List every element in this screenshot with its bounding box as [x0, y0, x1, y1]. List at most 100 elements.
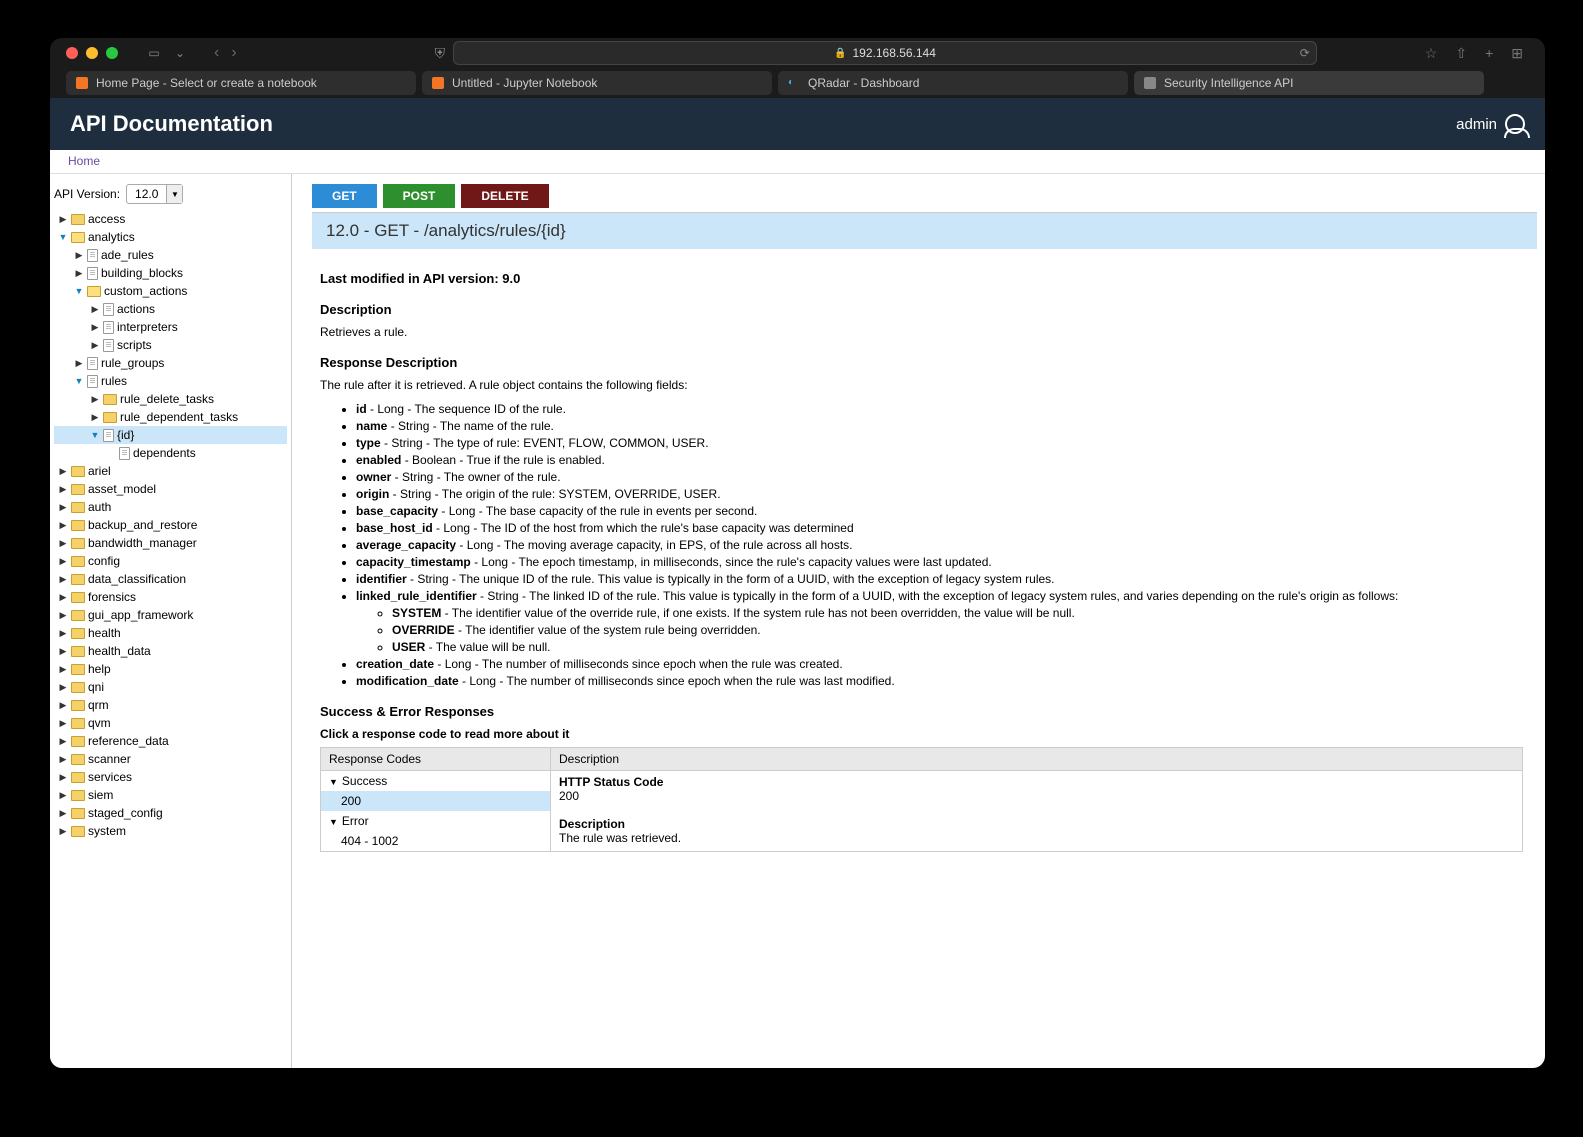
chevron-right-icon[interactable]: ▶ — [58, 502, 68, 513]
chevron-right-icon[interactable]: ▶ — [58, 664, 68, 675]
chevron-down-icon[interactable]: ▼ — [58, 232, 68, 242]
tree-item-services[interactable]: ▶ services — [54, 768, 287, 786]
tree-item-analytics[interactable]: ▼analytics — [54, 228, 287, 246]
url-bar[interactable]: 🔒 192.168.56.144 ⟳ — [453, 41, 1317, 65]
version-select[interactable]: 12.0 ▼ — [126, 184, 183, 204]
shield-icon[interactable]: ⛨ — [435, 45, 446, 62]
chevron-right-icon[interactable]: ▶ — [90, 394, 100, 405]
chevron-right-icon[interactable]: ▶ — [58, 790, 68, 801]
tree-item-backup_and_restore[interactable]: ▶backup_and_restore — [54, 516, 287, 534]
tree-item-scanner[interactable]: ▶scanner — [54, 750, 287, 768]
chevron-down-icon[interactable]: ▼ — [74, 376, 84, 386]
tree-item-asset_model[interactable]: ▶asset_model — [54, 480, 287, 498]
tree-item-forensics[interactable]: ▶forensics — [54, 588, 287, 606]
chevron-down-icon[interactable]: ▼ — [74, 286, 84, 296]
tree-item-custom_actions[interactable]: ▼custom_actions — [54, 282, 287, 300]
chevron-right-icon[interactable]: ▶ — [58, 520, 68, 531]
tree-item-help[interactable]: ▶help — [54, 660, 287, 678]
bookmark-icon[interactable]: ☆ — [1425, 45, 1438, 62]
browser-tab[interactable]: Home Page - Select or create a notebook — [66, 71, 416, 95]
chevron-right-icon[interactable]: ▶ — [58, 574, 68, 585]
minimize-window-icon[interactable] — [86, 47, 98, 59]
tree-item-gui_app_framework[interactable]: ▶gui_app_framework — [54, 606, 287, 624]
tree-item-config[interactable]: ▶config — [54, 552, 287, 570]
tabs-overview-icon[interactable]: ⊞ — [1511, 45, 1523, 62]
breadcrumb-home[interactable]: Home — [68, 154, 100, 168]
chevron-right-icon[interactable]: ▶ — [74, 250, 84, 261]
chevron-right-icon[interactable]: ▶ — [58, 214, 68, 225]
tree-item-building_blocks[interactable]: ▶building_blocks — [54, 264, 287, 282]
new-tab-icon[interactable]: + — [1485, 45, 1493, 62]
post-button[interactable]: POST — [383, 184, 456, 208]
response-code-200[interactable]: 200 — [321, 791, 550, 811]
doc-scroll[interactable]: 12.0 - GET - /analytics/rules/{id} Last … — [312, 212, 1537, 1060]
chevron-right-icon[interactable]: ▶ — [74, 358, 84, 369]
response-code-404[interactable]: 404 - 1002 — [321, 831, 550, 851]
chevron-right-icon[interactable]: ▶ — [90, 412, 100, 423]
tree-item-qrm[interactable]: ▶qrm — [54, 696, 287, 714]
back-button[interactable]: ‹ — [214, 44, 219, 62]
chevron-right-icon[interactable]: ▶ — [58, 754, 68, 765]
delete-button[interactable]: DELETE — [461, 184, 548, 208]
tree-item-health[interactable]: ▶health — [54, 624, 287, 642]
tree-item-ariel[interactable]: ▶ariel — [54, 462, 287, 480]
chevron-right-icon[interactable]: ▶ — [58, 736, 68, 747]
chevron-down-icon[interactable]: ▼ — [166, 185, 182, 203]
chevron-right-icon[interactable]: ▶ — [58, 592, 68, 603]
tree-item-scripts[interactable]: ▶scripts — [54, 336, 287, 354]
tree-item-staged_config[interactable]: ▶staged_config — [54, 804, 287, 822]
chevron-right-icon[interactable]: ▶ — [58, 628, 68, 639]
chevron-down-icon[interactable]: ▼ — [90, 430, 100, 440]
chevron-right-icon[interactable]: ▶ — [58, 772, 68, 783]
tree-item-qni[interactable]: ▶qni — [54, 678, 287, 696]
chevron-right-icon[interactable]: ▶ — [58, 646, 68, 657]
tree-item-ade_rules[interactable]: ▶ade_rules — [54, 246, 287, 264]
chevron-right-icon[interactable]: ▶ — [58, 808, 68, 819]
tree-item-rule_dependent_tasks[interactable]: ▶rule_dependent_tasks — [54, 408, 287, 426]
tree-item-data_classification[interactable]: ▶data_classification — [54, 570, 287, 588]
tree-item-qvm[interactable]: ▶qvm — [54, 714, 287, 732]
tree-item-bandwidth_manager[interactable]: ▶bandwidth_manager — [54, 534, 287, 552]
forward-button[interactable]: › — [231, 44, 236, 62]
chevron-right-icon[interactable]: ▶ — [58, 718, 68, 729]
chevron-right-icon[interactable]: ▶ — [90, 322, 100, 333]
tree-item-siem[interactable]: ▶siem — [54, 786, 287, 804]
success-group[interactable]: ▼Success — [321, 771, 550, 791]
tree-item-access[interactable]: ▶access — [54, 210, 287, 228]
reload-icon[interactable]: ⟳ — [1300, 46, 1310, 60]
tree-item-health_data[interactable]: ▶health_data — [54, 642, 287, 660]
tree-label: services — [88, 770, 132, 784]
browser-tab[interactable]: ◐QRadar - Dashboard — [778, 71, 1128, 95]
chevron-right-icon[interactable]: ▶ — [58, 610, 68, 621]
tree-item-system[interactable]: ▶system — [54, 822, 287, 840]
tree-item-rule_delete_tasks[interactable]: ▶rule_delete_tasks — [54, 390, 287, 408]
close-window-icon[interactable] — [66, 47, 78, 59]
tree-item-rule_groups[interactable]: ▶rule_groups — [54, 354, 287, 372]
maximize-window-icon[interactable] — [106, 47, 118, 59]
tree-item-rules[interactable]: ▼rules — [54, 372, 287, 390]
user-menu[interactable]: admin — [1456, 114, 1525, 134]
tree-item-reference_data[interactable]: ▶reference_data — [54, 732, 287, 750]
dropdown-icon[interactable]: ⌄ — [170, 44, 190, 62]
tree-item-interpreters[interactable]: ▶interpreters — [54, 318, 287, 336]
chevron-right-icon[interactable]: ▶ — [90, 304, 100, 315]
chevron-right-icon[interactable]: ▶ — [58, 826, 68, 837]
browser-tab[interactable]: Untitled - Jupyter Notebook — [422, 71, 772, 95]
chevron-right-icon[interactable]: ▶ — [58, 538, 68, 549]
chevron-right-icon[interactable]: ▶ — [58, 682, 68, 693]
chevron-right-icon[interactable]: ▶ — [58, 484, 68, 495]
chevron-right-icon[interactable]: ▶ — [58, 466, 68, 477]
tree-item-dependents[interactable]: dependents — [54, 444, 287, 462]
error-group[interactable]: ▼Error — [321, 811, 550, 831]
chevron-right-icon[interactable]: ▶ — [74, 268, 84, 279]
share-icon[interactable]: ⇧ — [1455, 45, 1467, 62]
browser-tab-active[interactable]: Security Intelligence API — [1134, 71, 1484, 95]
tree-item-auth[interactable]: ▶auth — [54, 498, 287, 516]
get-button[interactable]: GET — [312, 184, 377, 208]
sidebar-toggle-icon[interactable]: ▭ — [144, 44, 164, 62]
tree-item-actions[interactable]: ▶actions — [54, 300, 287, 318]
chevron-right-icon[interactable]: ▶ — [58, 556, 68, 567]
chevron-right-icon[interactable]: ▶ — [90, 340, 100, 351]
chevron-right-icon[interactable]: ▶ — [58, 700, 68, 711]
tree-item-ididid[interactable]: ▼{id} — [54, 426, 287, 444]
